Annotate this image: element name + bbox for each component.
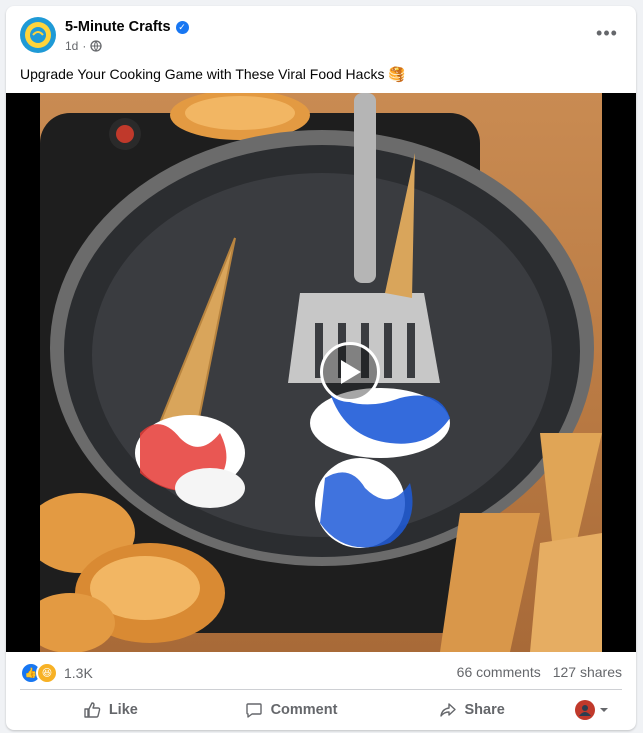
globe-icon — [90, 40, 103, 52]
share-button[interactable]: Share — [381, 694, 562, 726]
post-time[interactable]: 1d — [65, 39, 78, 53]
reaction-count: 1.3K — [64, 665, 93, 681]
shares-count[interactable]: 127 shares — [553, 664, 622, 680]
post-caption: Upgrade Your Cooking Game with These Vir… — [20, 66, 406, 82]
chevron-down-icon — [600, 708, 609, 712]
video-container[interactable] — [6, 93, 636, 652]
like-label: Like — [108, 702, 138, 718]
post-meta: 1d · — [65, 39, 103, 53]
comment-label: Comment — [270, 702, 338, 718]
share-label: Share — [464, 702, 505, 718]
user-avatar — [575, 700, 596, 720]
share-icon — [439, 703, 456, 717]
page-name-row: 5-Minute Crafts ✓ — [65, 19, 189, 35]
action-divider — [20, 689, 622, 690]
page-name[interactable]: 5-Minute Crafts — [65, 19, 171, 35]
more-options-button[interactable]: ••• — [592, 21, 622, 45]
comments-count[interactable]: 66 comments — [457, 664, 541, 680]
thumbs-up-icon — [84, 702, 101, 718]
dot-separator: · — [82, 39, 87, 53]
like-button[interactable]: Like — [20, 694, 201, 726]
verified-badge-icon: ✓ — [175, 20, 189, 34]
post-header: 5-Minute Crafts ✓ 1d · ••• — [20, 17, 622, 61]
post-card: 5-Minute Crafts ✓ 1d · ••• Upgrade Your … — [6, 6, 636, 730]
person-icon — [579, 705, 592, 716]
post-stats: 👍 😆 1.3K 66 comments 127 shares — [20, 660, 622, 684]
video-thumbnail — [40, 93, 602, 652]
reaction-profile-selector[interactable] — [562, 694, 622, 726]
play-icon — [341, 360, 361, 384]
haha-icon: 😆 — [36, 662, 58, 684]
page-avatar[interactable] — [20, 17, 56, 53]
sun-logo-icon — [25, 22, 51, 48]
comment-button[interactable]: Comment — [201, 694, 382, 726]
reactions-summary[interactable]: 👍 😆 1.3K — [20, 662, 93, 684]
ellipsis-icon: ••• — [596, 22, 618, 43]
comment-icon — [245, 703, 262, 718]
play-button[interactable] — [320, 342, 380, 402]
action-bar: Like Comment Share — [20, 694, 622, 726]
engagement-counts: 66 comments 127 shares — [457, 664, 622, 680]
